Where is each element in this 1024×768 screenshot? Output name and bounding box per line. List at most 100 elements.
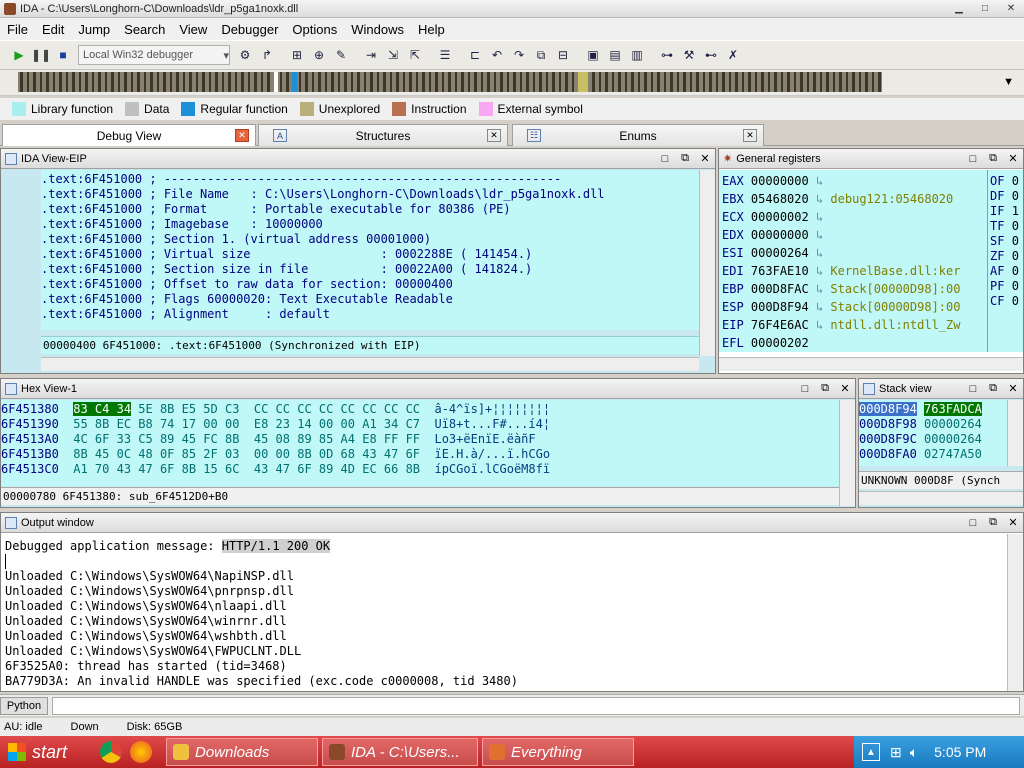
flag-row[interactable]: SF 0 bbox=[990, 234, 1023, 249]
tab-debug-view[interactable]: Debug View ✕ bbox=[2, 124, 256, 146]
redo-icon[interactable]: ↷ bbox=[509, 45, 529, 65]
jump-arrow-icon[interactable]: ↳ bbox=[816, 192, 823, 206]
stack-row[interactable]: 000D8F9C 00000264 bbox=[859, 432, 1007, 447]
hex-row[interactable]: 6F4513B0 8B 45 0C 48 0F 85 2F 03 00 00 8… bbox=[1, 447, 839, 462]
volume-icon[interactable]: 🔈︎ bbox=[910, 744, 918, 761]
flag-row[interactable]: CF 0 bbox=[990, 294, 1023, 309]
flag-row[interactable]: IF 1 bbox=[990, 204, 1023, 219]
restore-icon[interactable]: □ bbox=[963, 517, 983, 529]
float-icon[interactable]: ⧉ bbox=[675, 152, 695, 165]
nav-dropdown[interactable]: ▼ bbox=[890, 73, 1020, 91]
registers-hscrollbar[interactable] bbox=[719, 357, 1023, 371]
disasm-line[interactable]: .text:6F451000 ; -----------------------… bbox=[41, 172, 699, 187]
disasm-line[interactable]: .text:6F451000 ; Imagebase : 10000000 bbox=[41, 217, 699, 232]
register-row[interactable]: EBP 000D8FAC ↳ Stack[00000D98]:00 bbox=[722, 280, 987, 298]
navigation-band[interactable] bbox=[18, 72, 882, 92]
attach-process-icon[interactable]: ⚙ bbox=[235, 45, 255, 65]
layout-icon[interactable]: ▥ bbox=[627, 45, 647, 65]
disasm-line[interactable]: .text:6F451000 ; Section 1. (virtual add… bbox=[41, 232, 699, 247]
tile-icon[interactable]: ▤ bbox=[605, 45, 625, 65]
minimize-button[interactable]: ▁ bbox=[946, 1, 972, 17]
hex-row[interactable]: 6F451380 83 C4 34 5E 8B E5 5D C3 CC CC C… bbox=[1, 402, 839, 417]
menu-debugger[interactable]: Debugger bbox=[214, 22, 285, 37]
register-row[interactable]: EFL 00000202 bbox=[722, 334, 987, 352]
tab-enums[interactable]: ☷ Enums ✕ bbox=[512, 124, 764, 146]
disasm-listing[interactable]: .text:6F451000 ; -----------------------… bbox=[41, 170, 699, 330]
hex-row[interactable]: 6F4513A0 4C 6F 33 C5 89 45 FC 8B 45 08 8… bbox=[1, 432, 839, 447]
close-icon[interactable]: ✕ bbox=[1003, 516, 1023, 529]
python-input[interactable] bbox=[52, 697, 1020, 715]
register-row[interactable]: ESP 000D8F94 ↳ Stack[00000D98]:00 bbox=[722, 298, 987, 316]
register-row[interactable]: ESI 00000264 ↳ bbox=[722, 244, 987, 262]
register-row[interactable]: EAX 00000000 ↳ bbox=[722, 172, 987, 190]
jump-arrow-icon[interactable]: ↳ bbox=[816, 210, 823, 224]
output-vscrollbar[interactable] bbox=[1007, 534, 1023, 691]
step-into-icon[interactable]: ↱ bbox=[257, 45, 277, 65]
stack-trace-icon[interactable]: ☰ bbox=[435, 45, 455, 65]
xref-icon[interactable]: ⊶ bbox=[657, 45, 677, 65]
hex-view-vscrollbar[interactable] bbox=[839, 400, 855, 506]
debugger-select[interactable]: Local Win32 debugger ▾ bbox=[78, 45, 230, 65]
python-button[interactable]: Python bbox=[0, 697, 48, 715]
flowchart-icon[interactable]: ⊟ bbox=[553, 45, 573, 65]
float-icon[interactable]: ⧉ bbox=[983, 152, 1003, 165]
tool-icon[interactable]: ⚒ bbox=[679, 45, 699, 65]
flag-row[interactable]: AF 0 bbox=[990, 264, 1023, 279]
step-out-icon[interactable]: ⇱ bbox=[405, 45, 425, 65]
disasm-line[interactable]: .text:6F451000 ; Alignment : default bbox=[41, 307, 699, 322]
register-row[interactable]: EDX 00000000 ↳ bbox=[722, 226, 987, 244]
disasm-line[interactable]: .text:6F451000 ; Flags 60000020: Text Ex… bbox=[41, 292, 699, 307]
undo-icon[interactable]: ↶ bbox=[487, 45, 507, 65]
float-icon[interactable]: ⧉ bbox=[983, 382, 1003, 395]
network-icon[interactable]: ⊞ bbox=[890, 744, 902, 761]
taskbar-button-everything[interactable]: Everything bbox=[482, 738, 634, 766]
output-log[interactable]: Debugged application message: HTTP/1.1 2… bbox=[5, 539, 1003, 689]
float-icon[interactable]: ⧉ bbox=[815, 382, 835, 395]
close-icon[interactable]: ✕ bbox=[1003, 382, 1023, 395]
stack-view-hscrollbar[interactable] bbox=[859, 491, 1023, 505]
close-icon[interactable]: ✕ bbox=[695, 152, 715, 165]
stack-row[interactable]: 000D8F94 763FADCA bbox=[859, 402, 1007, 417]
stack-row[interactable]: 000D8FA0 02747A50 bbox=[859, 447, 1007, 462]
disasm-line[interactable]: .text:6F451000 ; File Name : C:\Users\Lo… bbox=[41, 187, 699, 202]
tray-expand-icon[interactable]: ▲ bbox=[862, 743, 880, 761]
start-process-icon[interactable]: ▶ bbox=[9, 45, 29, 65]
maximize-button[interactable]: □ bbox=[972, 1, 998, 17]
ida-view-hscrollbar[interactable] bbox=[41, 357, 699, 371]
chrome-icon[interactable] bbox=[100, 741, 122, 763]
register-row[interactable]: EDI 763FAE10 ↳ KernelBase.dll:ker bbox=[722, 262, 987, 280]
stack-row[interactable]: 000D8F98 00000264 bbox=[859, 417, 1007, 432]
jump-arrow-icon[interactable]: ↳ bbox=[816, 264, 823, 278]
jump-arrow-icon[interactable]: ↳ bbox=[816, 246, 823, 260]
firefox-icon[interactable] bbox=[130, 741, 152, 763]
step-over-icon[interactable]: ⇥ bbox=[361, 45, 381, 65]
close-icon[interactable]: ✕ bbox=[487, 129, 501, 142]
flag-row[interactable]: OF 0 bbox=[990, 174, 1023, 189]
hex-dump[interactable]: 6F451380 83 C4 34 5E 8B E5 5D C3 CC CC C… bbox=[1, 400, 839, 486]
run-to-cursor-icon[interactable]: ⇲ bbox=[383, 45, 403, 65]
close-icon[interactable]: ✕ bbox=[1003, 152, 1023, 165]
close-icon[interactable]: ✕ bbox=[235, 129, 249, 142]
follow-icon[interactable]: ⊏ bbox=[465, 45, 485, 65]
disasm-line[interactable]: .text:6F451000 ; Virtual size : 0002288E… bbox=[41, 247, 699, 262]
jump-arrow-icon[interactable]: ↳ bbox=[816, 318, 823, 332]
hex-row[interactable]: 6F451390 55 8B EC B8 74 17 00 00 E8 23 1… bbox=[1, 417, 839, 432]
jump-arrow-icon[interactable]: ↳ bbox=[816, 174, 823, 188]
menu-edit[interactable]: Edit bbox=[35, 22, 71, 37]
close-icon[interactable]: ✕ bbox=[835, 382, 855, 395]
window-icon[interactable]: ▣ bbox=[583, 45, 603, 65]
close-button[interactable]: ✕ bbox=[998, 1, 1024, 17]
stack-view-vscrollbar[interactable] bbox=[1007, 400, 1023, 466]
register-row[interactable]: ECX 00000002 ↳ bbox=[722, 208, 987, 226]
flag-row[interactable]: DF 0 bbox=[990, 189, 1023, 204]
taskbar-button-ida[interactable]: IDA - C:\Users... bbox=[322, 738, 478, 766]
breakpoint-icon[interactable]: ⊞ bbox=[287, 45, 307, 65]
menu-jump[interactable]: Jump bbox=[71, 22, 117, 37]
wrench-icon[interactable]: ✎ bbox=[331, 45, 351, 65]
restore-icon[interactable]: □ bbox=[963, 153, 983, 165]
register-row[interactable]: EBX 05468020 ↳ debug121:05468020 bbox=[722, 190, 987, 208]
graph-icon[interactable]: ⧉ bbox=[531, 45, 551, 65]
link-icon[interactable]: ⊷ bbox=[701, 45, 721, 65]
tracing-icon[interactable]: ⊕ bbox=[309, 45, 329, 65]
disasm-line[interactable]: .text:6F451000 ; Offset to raw data for … bbox=[41, 277, 699, 292]
